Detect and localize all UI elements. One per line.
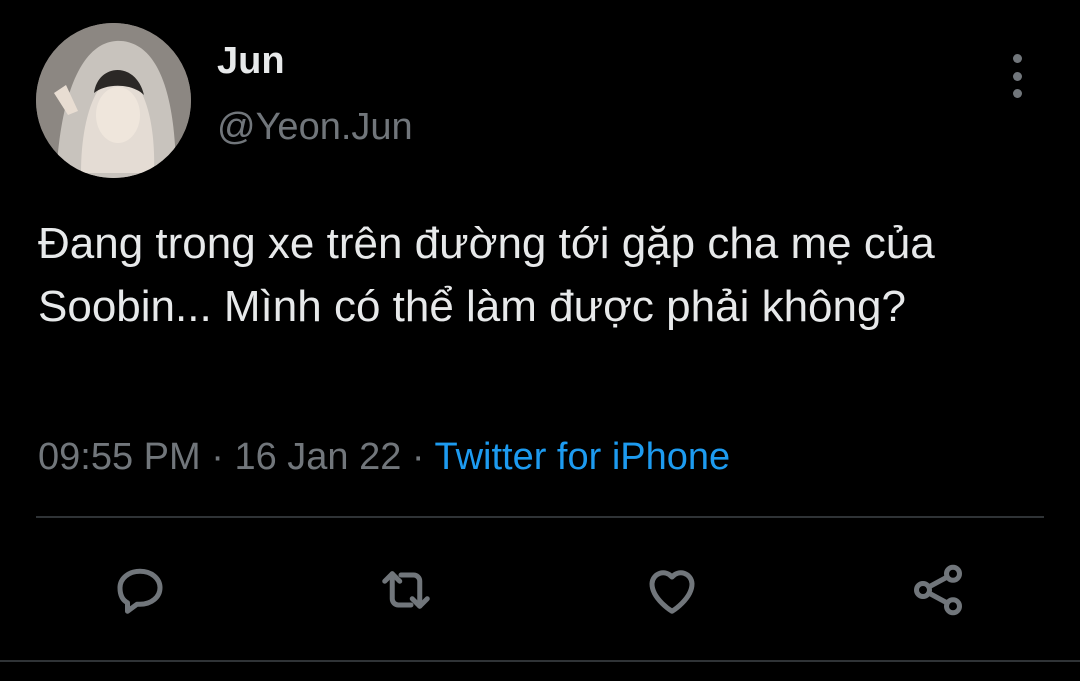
avatar[interactable] [36,23,191,178]
more-dot [1012,71,1022,81]
share-button[interactable] [906,558,970,622]
reply-button[interactable] [108,558,172,622]
more-dot [1012,89,1022,98]
tweet-time: 09:55 PM [38,436,201,478]
author-name[interactable]: Jun [217,40,285,83]
tweet-date: 16 Jan 22 [234,436,402,478]
meta-separator: · [411,436,425,478]
reply-icon [117,568,163,614]
meta-separator: · [211,436,224,478]
like-button[interactable] [640,558,704,622]
more-options-icon[interactable] [1000,54,1034,98]
tweet-meta: 09:55 PM · 16 Jan 22 · Twitter for iPhon… [38,436,730,479]
like-icon [649,570,695,614]
tweet-source-link[interactable]: Twitter for iPhone [434,436,730,478]
more-dot [1012,54,1022,63]
retweet-icon [382,571,430,609]
share-icon [914,564,962,616]
avatar-image [36,23,191,178]
tweet-text: Đang trong xe trên đường tới gặp cha mẹ … [38,219,935,331]
retweet-button[interactable] [374,558,438,622]
divider [36,516,1044,518]
bottom-divider [0,660,1080,662]
author-handle[interactable]: @Yeon.Jun [217,106,413,149]
